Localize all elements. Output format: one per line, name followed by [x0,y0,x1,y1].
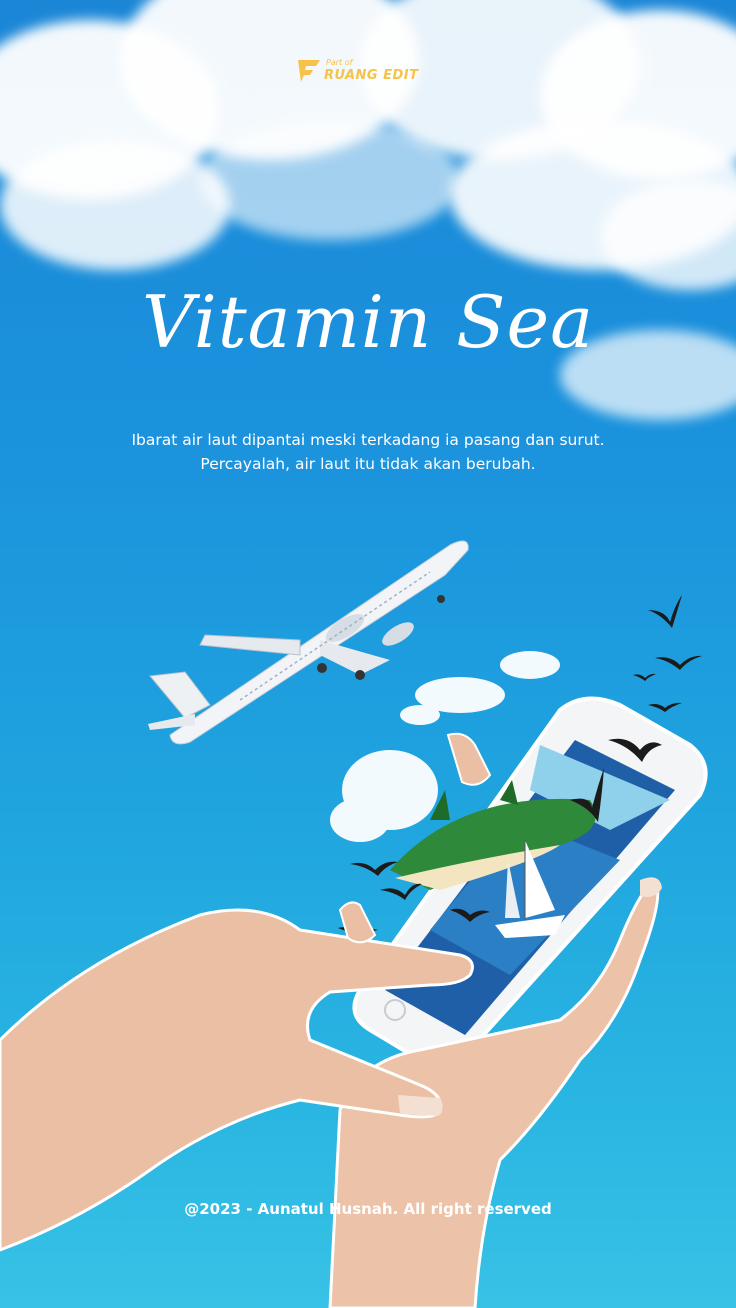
bird-icon [648,702,682,712]
bird-icon [380,883,422,900]
bird-icon [633,673,656,681]
bird-icon [350,861,398,876]
bird-icon [655,655,702,670]
illustration [0,540,708,1308]
bird-icon [648,595,682,628]
copyright-footer: @2023 - Aunatul Husnah. All right reserv… [184,1200,552,1218]
